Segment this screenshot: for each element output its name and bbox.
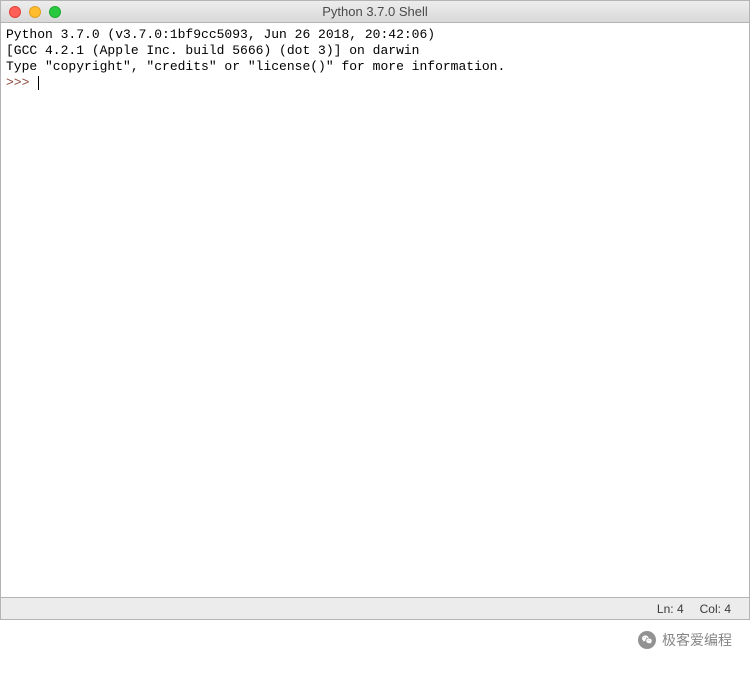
shell-banner-line3: Type "copyright", "credits" or "license(… (6, 59, 505, 74)
close-icon[interactable] (9, 6, 21, 18)
wechat-icon (638, 631, 656, 649)
titlebar[interactable]: Python 3.7.0 Shell (1, 1, 749, 23)
zoom-icon[interactable] (49, 6, 61, 18)
shell-banner-line2: [GCC 4.2.1 (Apple Inc. build 5666) (dot … (6, 43, 419, 58)
watermark-text: 极客爱编程 (662, 630, 732, 650)
traffic-lights (1, 6, 61, 18)
watermark: 极客爱编程 (638, 630, 732, 650)
statusbar: Ln: 4 Col: 4 (1, 597, 749, 619)
text-cursor (38, 76, 39, 90)
minimize-icon[interactable] (29, 6, 41, 18)
shell-prompt: >>> (6, 75, 37, 90)
status-col: Col: 4 (700, 602, 731, 616)
shell-content[interactable]: Python 3.7.0 (v3.7.0:1bf9cc5093, Jun 26 … (1, 23, 749, 597)
status-ln: Ln: 4 (657, 602, 684, 616)
shell-window: Python 3.7.0 Shell Python 3.7.0 (v3.7.0:… (0, 0, 750, 620)
window-title: Python 3.7.0 Shell (1, 4, 749, 19)
shell-banner-line1: Python 3.7.0 (v3.7.0:1bf9cc5093, Jun 26 … (6, 27, 435, 42)
